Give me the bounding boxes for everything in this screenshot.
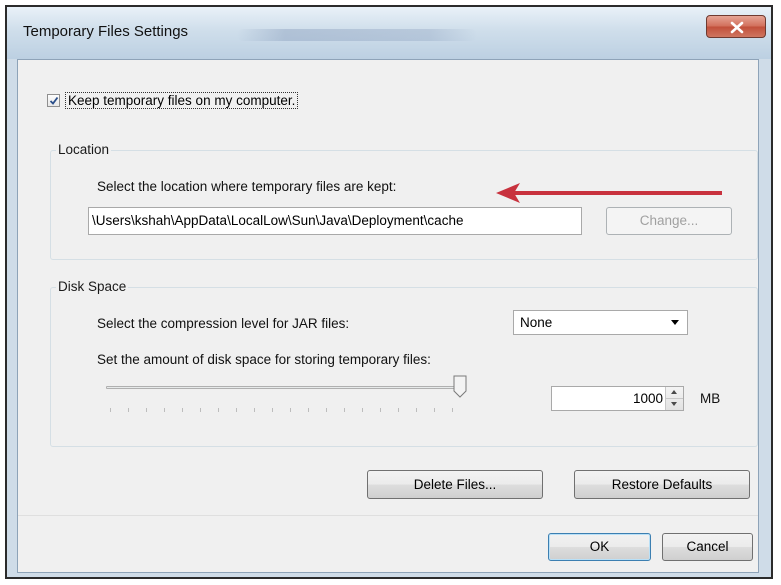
dialog-footer: OK Cancel [18,516,758,572]
location-group-label: Location [56,142,112,157]
slider-tick [434,408,435,412]
disk-space-unit: MB [700,391,721,406]
slider-tick [164,408,165,412]
spin-down-button[interactable] [666,399,683,410]
annotation-arrow-icon [496,183,722,203]
keep-files-checkbox[interactable] [47,94,60,107]
restore-defaults-label: Restore Defaults [611,477,713,492]
checkmark-icon [49,96,59,105]
compression-value: None [520,315,553,330]
close-icon [730,21,744,34]
ok-label: OK [589,539,610,554]
change-button[interactable]: Change... [606,207,732,235]
delete-files-label: Delete Files... [413,477,497,492]
dialog-window: Temporary Files Settings Keep temporary … [5,5,773,579]
slider-tick [380,408,381,412]
compression-select[interactable]: None [513,310,688,335]
up-arrow-icon [671,390,677,394]
keep-files-row: Keep temporary files on my computer. [47,92,299,109]
slider-tick [182,408,183,412]
window-title: Temporary Files Settings [23,23,189,40]
slider-tick [290,408,291,412]
slider-tick [308,408,309,412]
slider-tick [218,408,219,412]
disk-space-slider-thumb[interactable] [453,375,467,399]
slider-tick [200,408,201,412]
slider-tick [146,408,147,412]
keep-files-label[interactable]: Keep temporary files on my computer. [64,92,299,109]
spin-buttons [665,387,683,410]
slider-tick [128,408,129,412]
dialog-body: Keep temporary files on my computer. Loc… [17,59,759,573]
slider-tick [254,408,255,412]
dropdown-arrow-icon [671,320,679,325]
cancel-button[interactable]: Cancel [662,533,753,561]
disk-space-amount: 1000 [632,391,663,406]
compression-prompt: Select the compression level for JAR fil… [97,316,350,331]
title-bar[interactable]: Temporary Files Settings [7,7,771,59]
cache-path-field[interactable]: \Users\kshah\AppData\LocalLow\Sun\Java\D… [88,207,582,235]
close-button[interactable] [706,15,766,38]
slider-tick [110,408,111,412]
title-reflection [237,29,477,41]
cancel-label: Cancel [686,539,729,554]
slider-tick [452,408,453,412]
down-arrow-icon [671,402,677,406]
disk-space-prompt: Set the amount of disk space for storing… [97,352,431,367]
location-prompt: Select the location where temporary file… [97,179,397,194]
spin-up-button[interactable] [666,387,683,399]
disk-space-slider-track[interactable] [106,386,462,389]
slider-tick [362,408,363,412]
slider-tick [272,408,273,412]
delete-files-button[interactable]: Delete Files... [367,470,543,499]
restore-defaults-button[interactable]: Restore Defaults [574,470,750,499]
disk-space-spinbox[interactable]: 1000 [551,386,684,411]
slider-tick [236,408,237,412]
slider-tick [416,408,417,412]
disk-space-group-label: Disk Space [56,279,129,294]
slider-tick [326,408,327,412]
slider-tick [398,408,399,412]
ok-button[interactable]: OK [548,533,651,561]
slider-ticks [110,408,453,414]
slider-tick [344,408,345,412]
